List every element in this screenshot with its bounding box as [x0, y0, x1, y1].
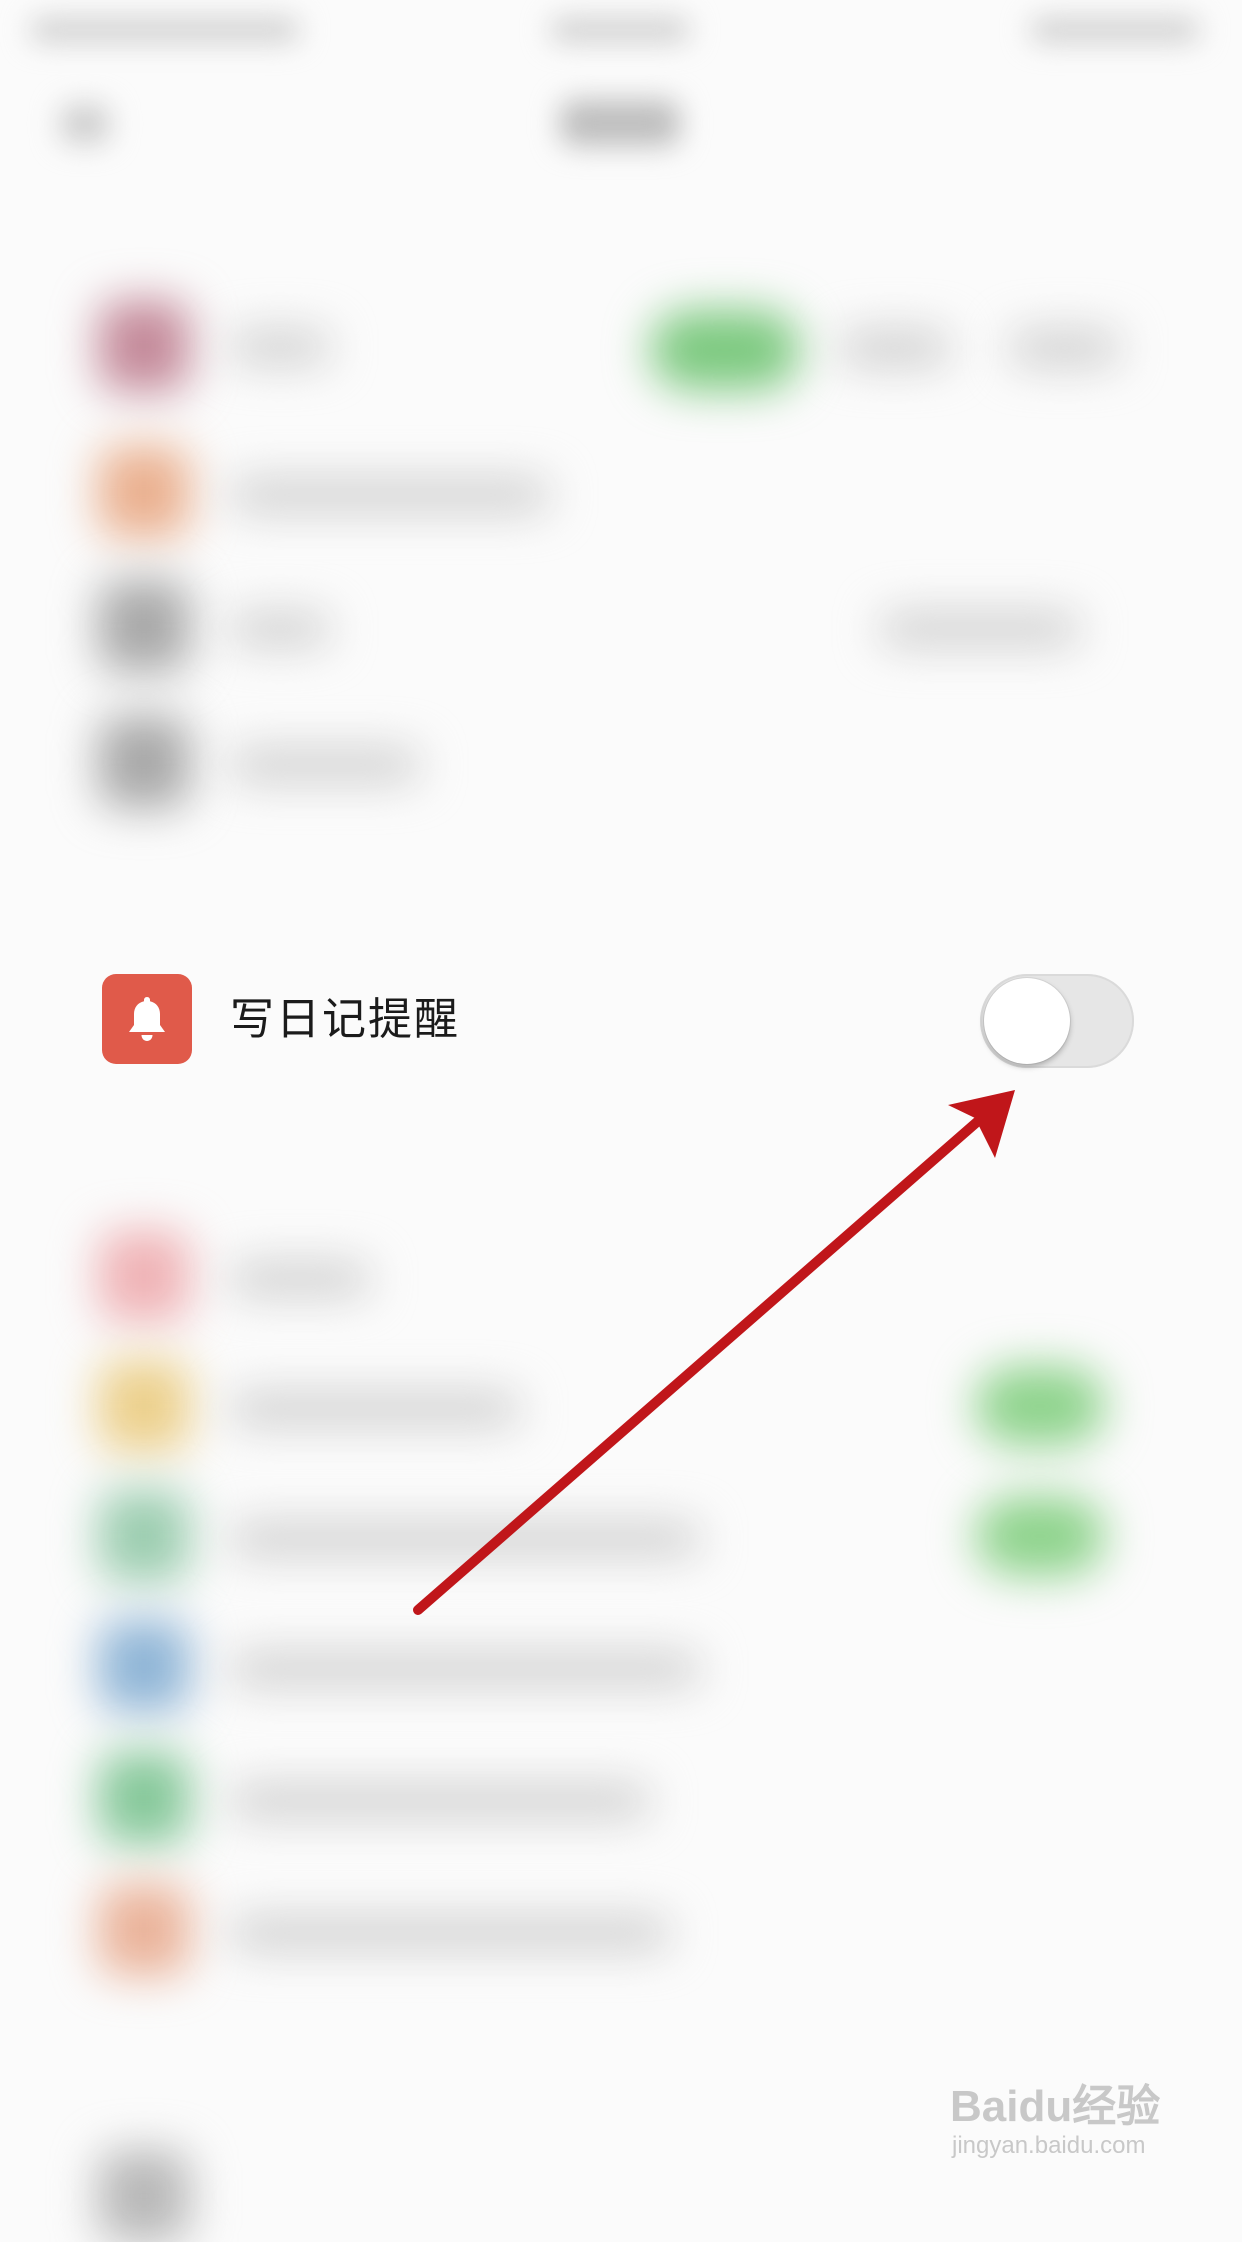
watermark-url: jingyan.baidu.com: [952, 2132, 1146, 2159]
baidu-jingyan-watermark: Baidu经验 jingyan.baidu.com: [950, 2070, 1190, 2190]
watermark-logo: Baidu经验: [950, 2082, 1161, 2131]
annotation-arrow: [413, 1090, 1015, 1615]
